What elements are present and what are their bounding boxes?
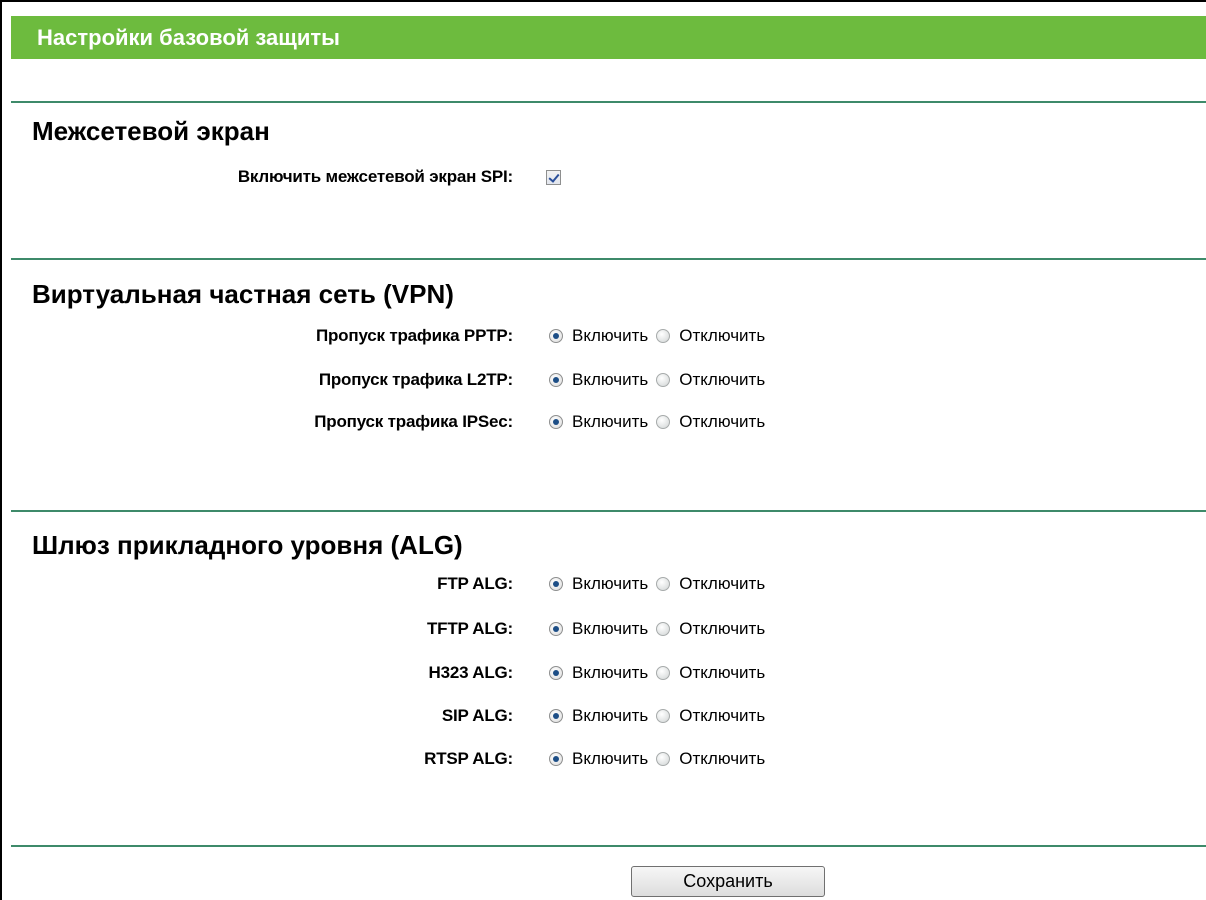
disable-option-label[interactable]: Отключить xyxy=(679,574,765,594)
disable-option-label[interactable]: Отключить xyxy=(679,370,765,390)
save-button[interactable]: Сохранить xyxy=(631,866,825,897)
h323-alg-label: H323 ALG: xyxy=(428,663,514,682)
alg-row-tftp: TFTP ALG: Включить Отключить xyxy=(0,615,1206,643)
sip-alg-enable-radio[interactable] xyxy=(549,709,563,723)
section-title-vpn: Виртуальная частная сеть (VPN) xyxy=(32,279,454,309)
firewall-spi-row: Включить межсетевой экран SPI: xyxy=(0,163,1206,191)
divider xyxy=(11,845,1206,847)
enable-option-label[interactable]: Включить xyxy=(572,412,648,432)
disable-option-label[interactable]: Отключить xyxy=(679,619,765,639)
disable-option-label[interactable]: Отключить xyxy=(679,663,765,683)
page-title: Настройки базовой защиты xyxy=(11,16,1206,59)
section-title-alg: Шлюз прикладного уровня (ALG) xyxy=(32,530,463,560)
enable-option-label[interactable]: Включить xyxy=(572,370,648,390)
vpn-row-ipsec: Пропуск трафика IPSec: Включить Отключит… xyxy=(0,408,1206,436)
disable-option-label[interactable]: Отключить xyxy=(679,326,765,346)
l2tp-enable-radio[interactable] xyxy=(549,373,563,387)
l2tp-disable-radio[interactable] xyxy=(656,373,671,387)
spi-checkbox[interactable] xyxy=(546,169,561,185)
enable-option-label[interactable]: Включить xyxy=(572,749,648,769)
rtsp-alg-disable-radio[interactable] xyxy=(656,752,671,766)
ftp-alg-disable-radio[interactable] xyxy=(656,577,671,591)
divider xyxy=(11,101,1206,103)
ipsec-enable-radio[interactable] xyxy=(549,415,563,429)
sip-alg-disable-radio[interactable] xyxy=(656,709,671,723)
divider xyxy=(11,258,1206,260)
rtsp-alg-label: RTSP ALG: xyxy=(424,749,513,768)
alg-row-h323: H323 ALG: Включить Отключить xyxy=(0,659,1206,687)
ipsec-label: Пропуск трафика IPSec: xyxy=(314,412,513,431)
enable-option-label[interactable]: Включить xyxy=(572,574,648,594)
enable-option-label[interactable]: Включить xyxy=(572,706,648,726)
sip-alg-label: SIP ALG: xyxy=(441,706,513,725)
tftp-alg-disable-radio[interactable] xyxy=(656,622,671,636)
vpn-row-pptp: Пропуск трафика PPTP: Включить Отключить xyxy=(0,322,1206,350)
spi-label: Включить межсетевой экран SPI: xyxy=(237,167,513,186)
tftp-alg-label: TFTP ALG: xyxy=(426,619,513,638)
alg-row-ftp: FTP ALG: Включить Отключить xyxy=(0,570,1206,598)
ftp-alg-enable-radio[interactable] xyxy=(549,577,563,591)
pptp-label: Пропуск трафика PPTP: xyxy=(315,326,513,345)
disable-option-label[interactable]: Отключить xyxy=(679,412,765,432)
disable-option-label[interactable]: Отключить xyxy=(679,749,765,769)
divider xyxy=(11,510,1206,512)
enable-option-label[interactable]: Включить xyxy=(572,326,648,346)
alg-row-rtsp: RTSP ALG: Включить Отключить xyxy=(0,745,1206,773)
enable-option-label[interactable]: Включить xyxy=(572,619,648,639)
section-title-firewall: Межсетевой экран xyxy=(32,116,270,146)
tftp-alg-enable-radio[interactable] xyxy=(549,622,563,636)
disable-option-label[interactable]: Отключить xyxy=(679,706,765,726)
ftp-alg-label: FTP ALG: xyxy=(437,574,513,593)
alg-row-sip: SIP ALG: Включить Отключить xyxy=(0,702,1206,730)
h323-alg-disable-radio[interactable] xyxy=(656,666,671,680)
l2tp-label: Пропуск трафика L2TP: xyxy=(318,370,513,389)
rtsp-alg-enable-radio[interactable] xyxy=(549,752,563,766)
enable-option-label[interactable]: Включить xyxy=(572,663,648,683)
pptp-enable-radio[interactable] xyxy=(549,329,563,343)
pptp-disable-radio[interactable] xyxy=(656,329,671,343)
vpn-row-l2tp: Пропуск трафика L2TP: Включить Отключить xyxy=(0,366,1206,394)
ipsec-disable-radio[interactable] xyxy=(656,415,671,429)
h323-alg-enable-radio[interactable] xyxy=(549,666,563,680)
